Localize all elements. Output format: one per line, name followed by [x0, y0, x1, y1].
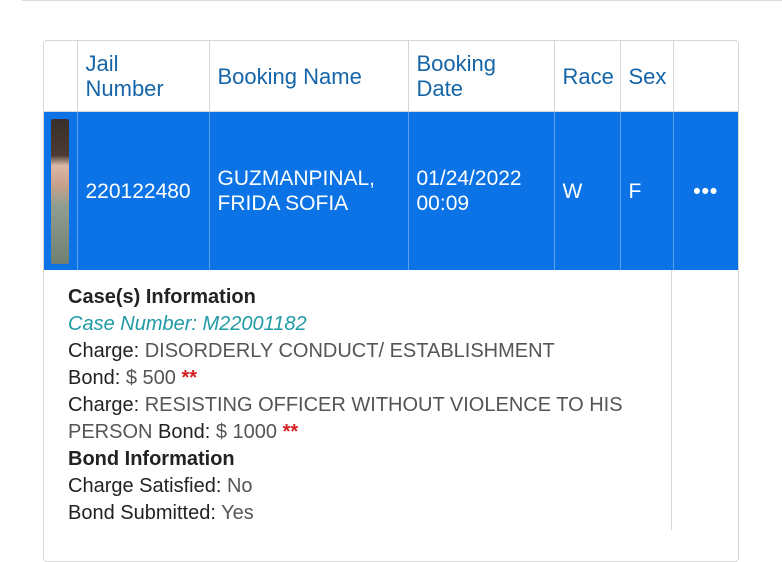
- charge-value: RESISTING OFFICER WITHOUT VIOLENCE TO HI…: [68, 394, 623, 443]
- top-divider: [22, 0, 782, 1]
- booking-name-header[interactable]: Booking Name: [209, 41, 409, 112]
- race-cell: W: [554, 111, 621, 270]
- booking-name-cell: GUZMANPINAL, FRIDA SOFIA: [209, 111, 409, 270]
- bond-flag: **: [282, 421, 299, 443]
- charge-satisfied-value: No: [226, 475, 253, 497]
- case-info-heading: Case(s) Information: [68, 286, 256, 308]
- case-number-line: Case Number: M22001182: [68, 311, 671, 338]
- bond-value: $ 1000: [215, 421, 278, 443]
- bond-flag: **: [181, 367, 198, 389]
- table-row[interactable]: 220122480 GUZMANPINAL, FRIDA SOFIA 01/24…: [44, 111, 738, 270]
- charge-satisfied-line: Charge Satisfied: No: [68, 473, 671, 500]
- table-header-row: Jail Number Booking Name Booking Date Ra…: [44, 41, 738, 112]
- charge-label: Charge:: [68, 340, 140, 362]
- booking-table: Jail Number Booking Name Booking Date Ra…: [44, 41, 738, 270]
- case-number-link[interactable]: M22001182: [203, 313, 307, 335]
- charge-line-2: Charge: RESISTING OFFICER WITHOUT VIOLEN…: [68, 392, 671, 446]
- mugshot-thumbnail[interactable]: [51, 118, 70, 264]
- actions-column-header: [673, 41, 738, 112]
- booking-date-header[interactable]: Booking Date: [408, 41, 555, 112]
- case-details: Case(s) Information Case Number: M220011…: [44, 270, 672, 530]
- race-header[interactable]: Race: [554, 41, 621, 112]
- booking-date-cell: 01/24/2022 00:09: [408, 111, 555, 270]
- photo-column-header: [44, 41, 78, 112]
- bond-value: $ 500: [125, 367, 176, 389]
- charge-satisfied-label: Charge Satisfied:: [68, 475, 222, 497]
- sex-cell: F: [620, 111, 674, 270]
- bond-submitted-line: Bond Submitted: Yes: [68, 500, 671, 527]
- row-details-panel: Case(s) Information Case Number: M220011…: [44, 270, 738, 530]
- bond-label: Bond:: [158, 421, 211, 443]
- jail-number-header[interactable]: Jail Number: [77, 41, 210, 112]
- mugshot-cell[interactable]: [44, 111, 78, 270]
- charge-value: DISORDERLY CONDUCT/ ESTABLISHMENT: [144, 340, 555, 362]
- ellipsis-icon: •••: [693, 179, 719, 203]
- case-number-label: Case Number:: [68, 313, 197, 335]
- bond-info-heading: Bond Information: [68, 448, 235, 470]
- inmate-results-card: Jail Number Booking Name Booking Date Ra…: [43, 40, 739, 562]
- jail-number-cell: 220122480: [77, 111, 210, 270]
- charge-label: Charge:: [68, 394, 140, 416]
- charge-line-1: Charge: DISORDERLY CONDUCT/ ESTABLISHMEN…: [68, 338, 671, 392]
- more-options-button[interactable]: •••: [673, 111, 738, 270]
- bond-label: Bond:: [68, 367, 121, 389]
- sex-header[interactable]: Sex: [620, 41, 674, 112]
